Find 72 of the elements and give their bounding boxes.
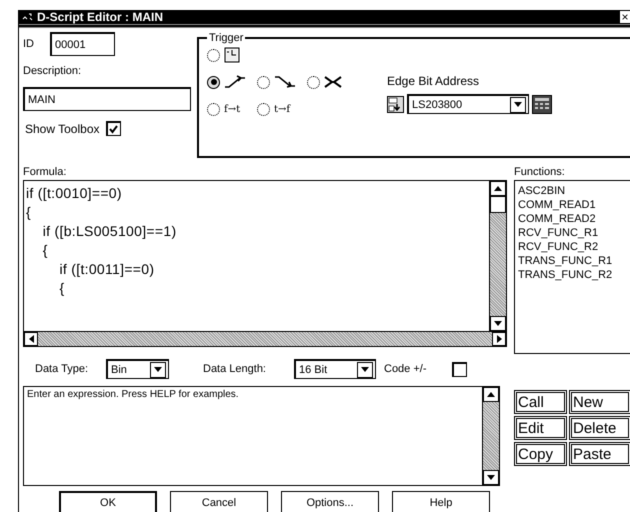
code-line: { (58, 279, 66, 298)
horizontal-scrollbar[interactable] (23, 332, 507, 347)
function-item[interactable]: RCV_FUNC_R1 (518, 226, 628, 240)
data-type-dropdown[interactable]: Bin (106, 359, 169, 379)
close-button[interactable]: × (619, 10, 630, 24)
code-line: { (42, 241, 49, 260)
trigger-title: Trigger (208, 32, 244, 44)
code-sign-checkbox[interactable] (452, 362, 466, 376)
falling-edge-icon (274, 75, 296, 89)
function-item[interactable]: TRANS_FUNC_R1 (518, 254, 628, 268)
data-type-label: Data Type: (35, 363, 88, 375)
function-button[interactable]: Edit (514, 416, 567, 440)
app-icon (22, 12, 34, 22)
formula-label: Formula: (23, 166, 68, 180)
dropdown-arrow-icon (514, 102, 522, 107)
edge-bit-address-label: Edge Bit Address (387, 74, 480, 88)
code-sign-label: Code +/- (384, 363, 426, 375)
show-toolbox-label: Show Toolbox (25, 122, 100, 136)
function-button[interactable]: Copy (514, 442, 567, 466)
scroll-down-arrow-icon (494, 321, 502, 326)
function-item[interactable]: ASC2BIN (518, 184, 628, 198)
keypad-icon[interactable] (532, 94, 552, 114)
code-line: if ([b:LS005100]==1) (42, 222, 178, 241)
trigger-radio[interactable] (307, 76, 320, 88)
dialog-button[interactable]: Options... (281, 491, 379, 512)
id-field[interactable]: 00001 (50, 32, 115, 56)
show-toolbox-checkbox[interactable] (106, 121, 120, 136)
clock-icon (224, 47, 240, 63)
function-button[interactable]: New (569, 390, 630, 414)
rising-edge-icon (224, 75, 246, 89)
scroll-down-arrow-icon (487, 475, 495, 480)
description-label: Description: (23, 65, 82, 79)
trigger-option-label: t→f (274, 104, 290, 114)
address-input-icon[interactable] (387, 96, 404, 112)
scroll-right-arrow-icon (496, 335, 502, 343)
data-length-label: Data Length: (203, 363, 266, 375)
dialog-button[interactable]: Cancel (170, 491, 268, 512)
scroll-up-arrow-icon (494, 186, 502, 191)
code-line: if ([t:0010]==0) (26, 184, 123, 203)
dialog-button[interactable]: OK (59, 491, 157, 512)
function-item[interactable]: COMM_READ1 (518, 198, 628, 212)
scroll-thumb[interactable] (490, 196, 506, 213)
edge-address-dropdown[interactable]: LS203800 (407, 94, 529, 114)
formula-editor[interactable]: if ([t:0010]==0) { if ([b:LS005100]==1) { if ([t:0011]==0) { (23, 180, 507, 332)
function-item[interactable]: TRANS_FUNC_R2 (518, 268, 628, 282)
dropdown-arrow-icon (154, 367, 162, 372)
trigger-radio[interactable] (257, 76, 270, 88)
trigger-radio[interactable] (207, 48, 220, 62)
vertical-scrollbar[interactable] (482, 387, 499, 485)
trigger-option-label: f→t (224, 104, 240, 114)
function-item[interactable]: COMM_READ2 (518, 212, 628, 226)
cross-arrows-icon (324, 75, 342, 89)
scroll-up-arrow-icon (487, 392, 495, 397)
id-label: ID (23, 38, 34, 50)
scroll-left-arrow-icon (28, 335, 34, 343)
hint-message: Enter an expression. Press HELP for examples. (26, 388, 240, 402)
function-button[interactable]: Paste (569, 442, 630, 466)
code-line: { (26, 203, 32, 222)
function-item[interactable]: RCV_FUNC_R2 (518, 240, 628, 254)
trigger-radio[interactable] (257, 102, 270, 116)
dialog-button[interactable]: Help (392, 491, 490, 512)
trigger-radio[interactable] (207, 76, 220, 88)
data-length-dropdown[interactable]: 16 Bit (294, 359, 376, 379)
window-title: D-Script Editor : MAIN (37, 10, 164, 24)
dropdown-arrow-icon (361, 367, 369, 372)
code-line: if ([t:0011]==0) (58, 260, 156, 279)
function-button[interactable]: Call (514, 390, 567, 414)
description-field[interactable]: MAIN (23, 87, 191, 111)
trigger-radio[interactable] (207, 102, 220, 116)
vertical-scrollbar[interactable] (489, 181, 506, 331)
functions-label: Functions: (514, 166, 566, 180)
function-button[interactable]: Delete (569, 416, 630, 440)
